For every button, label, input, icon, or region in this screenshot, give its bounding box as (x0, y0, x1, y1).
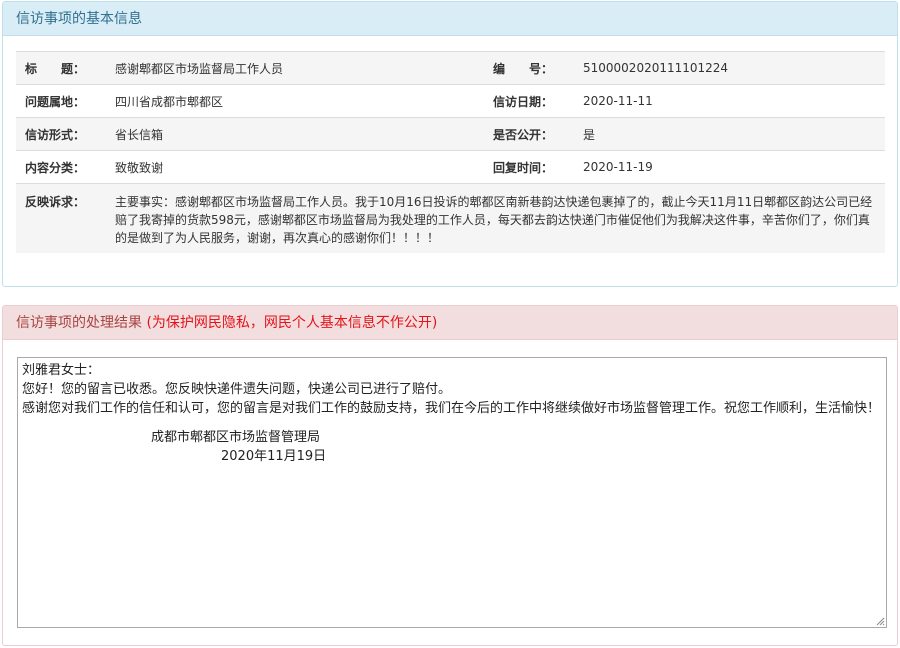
appeal-label: 反映诉求： (16, 183, 106, 253)
appeal-value: 主要事实：感谢郫都区市场监督局工作人员。我于10月16日投诉的郫都区南新巷韵达快… (106, 183, 885, 253)
result-title: 信访事项的处理结果 (16, 315, 142, 331)
basic-info-table: 标 题： 感谢郫都区市场监督局工作人员 编 号： 510000202011110… (16, 51, 885, 253)
form-label: 信访形式： (16, 117, 106, 151)
category-value: 致敬致谢 (106, 150, 484, 184)
title-value: 感谢郫都区市场监督局工作人员 (106, 51, 484, 85)
reply-line-1: 您好！您的留言已收悉。您反映快递件遗失问题，快递公司已进行了赔付。 (22, 382, 452, 397)
date-value: 2020-11-11 (574, 84, 885, 118)
location-value: 四川省成都市郫都区 (106, 84, 484, 118)
category-label: 内容分类： (16, 150, 106, 184)
reply-time-value: 2020-11-19 (574, 150, 885, 184)
basic-info-heading: 信访事项的基本信息 (3, 2, 897, 36)
table-row: 信访形式： 省长信箱 是否公开： 是 (16, 117, 885, 151)
reply-time-label: 回复时间： (484, 150, 574, 184)
form-value: 省长信箱 (106, 117, 484, 151)
table-row: 标 题： 感谢郫都区市场监督局工作人员 编 号： 510000202011110… (16, 51, 885, 85)
result-panel: 信访事项的处理结果 (为保护网民隐私，网民个人基本信息不作公开) 刘雅君女士： … (2, 305, 898, 646)
basic-info-panel: 信访事项的基本信息 标 题： 感谢郫都区市场监督局工作人员 编 号： 51000… (2, 1, 898, 287)
resize-grip-icon[interactable] (875, 616, 885, 626)
reply-textarea[interactable]: 刘雅君女士： 您好！您的留言已收悉。您反映快递件遗失问题，快递公司已进行了赔付。… (17, 357, 887, 628)
table-row: 问题属地： 四川省成都市郫都区 信访日期： 2020-11-11 (16, 84, 885, 118)
reply-signature: 成都市郫都区市场监督管理局 (151, 430, 321, 445)
location-label: 问题属地： (16, 84, 106, 118)
public-label: 是否公开： (484, 117, 574, 151)
table-row: 反映诉求： 主要事实：感谢郫都区市场监督局工作人员。我于10月16日投诉的郫都区… (16, 183, 885, 253)
result-heading: 信访事项的处理结果 (为保护网民隐私，网民个人基本信息不作公开) (3, 306, 897, 340)
date-label: 信访日期： (484, 84, 574, 118)
privacy-note: (为保护网民隐私，网民个人基本信息不作公开) (146, 315, 438, 331)
number-label: 编 号： (484, 51, 574, 85)
reply-greeting: 刘雅君女士： (22, 363, 101, 378)
title-label: 标 题： (16, 51, 106, 85)
table-row: 内容分类： 致敬致谢 回复时间： 2020-11-19 (16, 150, 885, 184)
public-value: 是 (574, 117, 885, 151)
number-value: 5100002020111101224 (574, 51, 885, 85)
reply-date: 2020年11月19日 (221, 449, 327, 464)
reply-line-2: 感谢您对我们工作的信任和认可，您的留言是对我们工作的鼓励支持，我们在今后的工作中… (22, 401, 881, 416)
